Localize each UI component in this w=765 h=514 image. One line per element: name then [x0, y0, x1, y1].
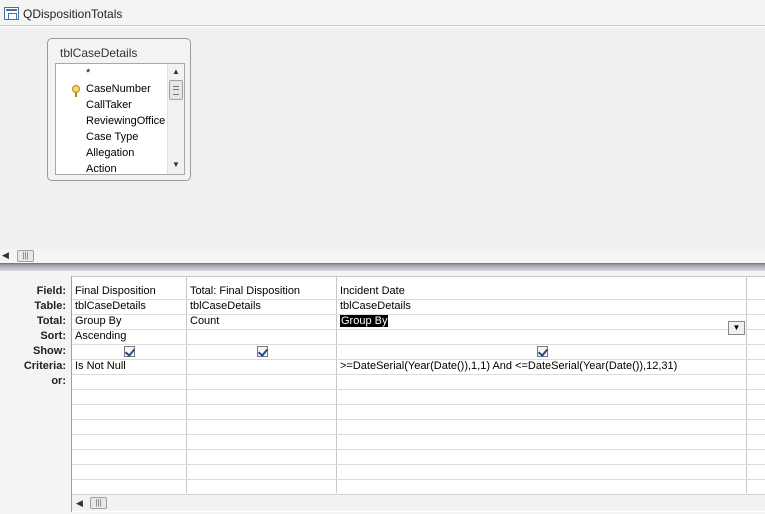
- pane-splitter[interactable]: [0, 263, 765, 271]
- grid-cell-criteria[interactable]: >=DateSerial(Year(Date()),1,1) And <=Dat…: [340, 359, 744, 374]
- row-label-total: Total:: [36, 315, 66, 327]
- grid-cell-sort[interactable]: Ascending: [75, 329, 185, 344]
- grid-cell-table[interactable]: tblCaseDetails: [190, 299, 335, 314]
- primary-key-icon: [72, 85, 80, 97]
- grid-cell-table[interactable]: tblCaseDetails: [75, 299, 185, 314]
- grid-hscrollbar[interactable]: ◀ |||: [72, 494, 765, 511]
- query-tab[interactable]: QDispositionTotals: [0, 0, 765, 26]
- scroll-thumb[interactable]: [169, 80, 183, 100]
- grid-cell-total-selected[interactable]: Group By: [340, 314, 726, 329]
- grid-cell-table[interactable]: tblCaseDetails: [340, 299, 740, 314]
- field-item-reviewingoffice[interactable]: ReviewingOffice: [86, 113, 166, 129]
- show-checkbox[interactable]: [257, 346, 268, 357]
- scroll-left-icon[interactable]: ◀: [2, 250, 9, 261]
- scroll-thumb[interactable]: |||: [90, 497, 107, 509]
- grid-cell-criteria[interactable]: Is Not Null: [75, 359, 185, 374]
- table-design-pane: tblCaseDetails * CaseNumber CallTaker Re…: [0, 27, 765, 249]
- grid-cell-field[interactable]: Incident Date: [340, 284, 740, 299]
- row-label-sort: Sort:: [40, 330, 66, 342]
- field-item-allegation[interactable]: Allegation: [86, 145, 166, 161]
- grid-cell-field[interactable]: Total: Final Disposition: [190, 284, 335, 299]
- field-item-casenumber[interactable]: CaseNumber: [86, 81, 166, 97]
- chevron-down-icon[interactable]: ▼: [728, 321, 745, 335]
- selected-text: Group By: [340, 315, 389, 327]
- grid-cell-total[interactable]: Group By: [75, 314, 185, 329]
- table-name: tblCaseDetails: [60, 46, 138, 60]
- scroll-thumb[interactable]: |||: [17, 250, 34, 262]
- row-label-or: or:: [51, 375, 66, 387]
- query-icon: [4, 7, 19, 20]
- query-grid-pane: Field: Table: Total: Sort: Show: Criteri…: [0, 271, 765, 514]
- scroll-left-icon[interactable]: ◀: [76, 498, 83, 509]
- show-checkbox[interactable]: [124, 346, 135, 357]
- grid-cell-total[interactable]: Count: [190, 314, 335, 329]
- design-pane-hscrollbar[interactable]: ◀ |||: [0, 249, 765, 263]
- show-checkbox[interactable]: [537, 346, 548, 357]
- row-label-criteria: Criteria:: [23, 360, 66, 372]
- query-title: QDispositionTotals: [23, 7, 123, 21]
- table-field-list-window[interactable]: tblCaseDetails * CaseNumber CallTaker Re…: [47, 38, 191, 181]
- scroll-up-icon[interactable]: ▲: [169, 65, 183, 79]
- grid-cell-field[interactable]: Final Disposition: [75, 284, 185, 299]
- scroll-down-icon[interactable]: ▼: [169, 158, 183, 172]
- field-list[interactable]: * CaseNumber CallTaker ReviewingOffice C…: [55, 63, 185, 175]
- field-item-action[interactable]: Action: [86, 161, 166, 174]
- field-item-calltaker[interactable]: CallTaker: [86, 97, 166, 113]
- row-label-field: Field:: [36, 285, 66, 297]
- row-label-show: Show:: [33, 345, 66, 357]
- field-item-all[interactable]: *: [86, 65, 166, 81]
- field-item-case-type[interactable]: Case Type: [86, 129, 166, 145]
- row-label-table: Table:: [34, 300, 66, 312]
- field-list-scrollbar[interactable]: ▲ ▼: [167, 64, 184, 174]
- query-design-grid[interactable]: Final Disposition tblCaseDetails Group B…: [71, 276, 765, 512]
